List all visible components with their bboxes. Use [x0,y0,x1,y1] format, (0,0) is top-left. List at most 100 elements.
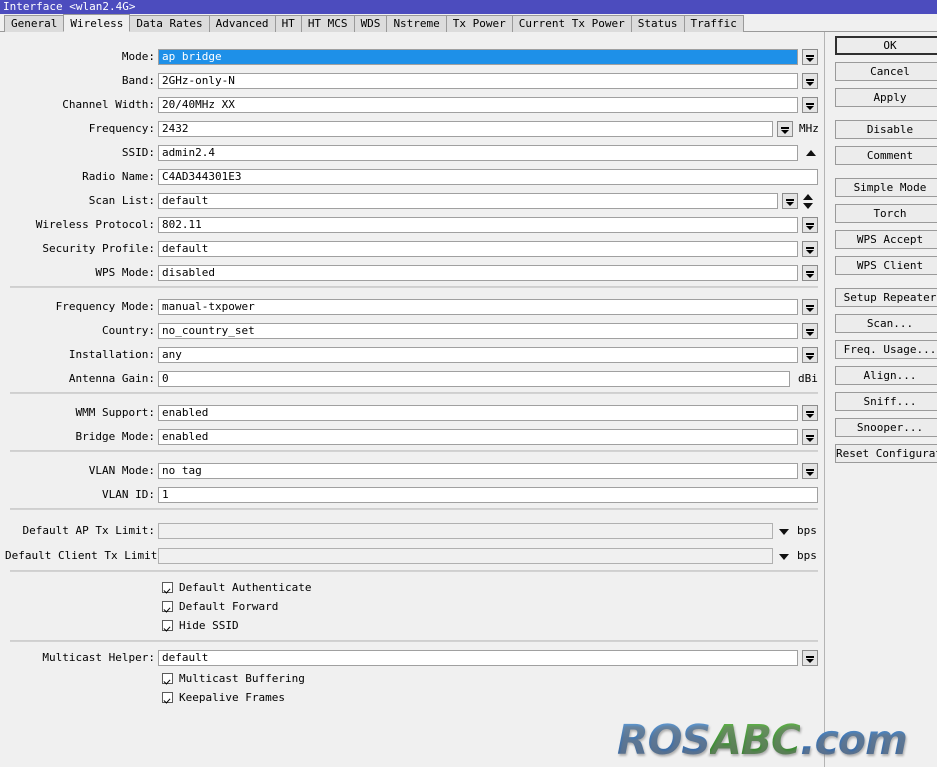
tab-data-rates[interactable]: Data Rates [129,15,210,32]
chevron-down-icon [806,82,814,86]
button-apply[interactable]: Apply [835,88,937,107]
tab-general[interactable]: General [4,15,65,32]
tab-status[interactable]: Status [630,15,685,32]
dropdown-arrow-icon-installation[interactable] [802,347,818,363]
checkbox-keepalive-frames[interactable] [162,692,173,703]
label-wrap: Radio Name: [0,168,155,186]
label-wrap: Default Client Tx Limit: [0,547,164,565]
label-wrap: Frequency: [0,120,155,138]
dropdown-arrow-icon-bridge-mode[interactable] [802,429,818,445]
dropdown-arrow-icon-vlan-mode[interactable] [802,463,818,479]
tab-tx-power[interactable]: Tx Power [445,15,513,32]
spinner-updown-icon-scan-list[interactable] [803,194,814,209]
input-vlan-id[interactable]: 1 [158,487,818,503]
dropdown-arrow-icon-mode[interactable] [802,49,818,65]
chevron-down-icon [806,472,814,476]
button-freq-usage[interactable]: Freq. Usage... [835,340,937,359]
button-snooper[interactable]: Snooper... [835,418,937,437]
tab-ht[interactable]: HT [274,15,302,32]
button-cancel[interactable]: Cancel [835,62,937,81]
label-wrap: Mode: [0,48,155,66]
tab-strip: General Wireless Data Rates Advanced HT HT MC… [0,14,937,32]
dropdown-arrow-icon-security-profile[interactable] [802,241,818,257]
checkbox-hide-ssid[interactable] [162,620,173,631]
input-ssid[interactable]: admin2.4 [158,145,798,161]
label-wrap: Wireless Protocol: [0,216,155,234]
dropdown-arrow-icon-wps-mode[interactable] [802,265,818,281]
collapse-up-arrow-icon-ssid[interactable] [806,150,816,156]
tab-traffic[interactable]: Traffic [683,15,744,32]
form-row-default-client-tx: Default Client Tx Limit: bps [0,547,825,565]
button-simple-mode[interactable]: Simple Mode [835,178,937,197]
tab-advanced[interactable]: Advanced [208,15,276,32]
form-row-vlan-id: VLAN ID: 1 [0,486,825,504]
dropdown-arrow-icon-country[interactable] [802,323,818,339]
input-mode[interactable]: ap bridge [158,49,798,65]
input-default-client-tx[interactable] [158,548,773,564]
dropdown-arrow-icon-scan-list[interactable] [782,193,798,209]
input-installation[interactable]: any [158,347,798,363]
chevron-down-icon [806,58,814,62]
button-scan[interactable]: Scan... [835,314,937,333]
form-row-scan-list: Scan List: default [0,192,825,210]
input-security-profile[interactable]: default [158,241,798,257]
form-row-band: Band: 2GHz-only-N [0,72,825,90]
input-radio-name[interactable]: C4AD344301E3 [158,169,818,185]
form-row-channel-width: Channel Width: 20/40MHz XX [0,96,825,114]
input-frequency-mode[interactable]: manual-txpower [158,299,798,315]
button-wps-accept[interactable]: WPS Accept [835,230,937,249]
input-channel-width[interactable]: 20/40MHz XX [158,97,798,113]
dropdown-arrow-icon-channel-width[interactable] [802,97,818,113]
input-frequency[interactable]: 2432 [158,121,773,137]
watermark-ros: ROS [617,716,711,764]
unit-label-antenna-gain: dBi [798,372,818,385]
button-reset-configuration[interactable]: Reset Configuration [835,444,937,463]
dropdown-triangle-icon-default-ap-tx[interactable] [779,529,789,535]
input-wireless-protocol[interactable]: 802.11 [158,217,798,233]
input-multicast-helper[interactable]: default [158,650,798,666]
input-default-ap-tx[interactable] [158,523,773,539]
button-sniff[interactable]: Sniff... [835,392,937,411]
spinner-down-icon[interactable] [803,203,813,209]
input-wmm-support[interactable]: enabled [158,405,798,421]
form-row-wps-mode: WPS Mode: disabled [0,264,825,282]
dropdown-arrow-icon-band[interactable] [802,73,818,89]
input-wps-mode[interactable]: disabled [158,265,798,281]
form-row-security-profile: Security Profile: default [0,240,825,258]
checkbox-default-authenticate[interactable] [162,582,173,593]
dropdown-arrow-icon-wmm-support[interactable] [802,405,818,421]
label-antenna-gain: Antenna Gain: [68,372,155,385]
tab-wireless[interactable]: Wireless [63,14,131,32]
button-ok[interactable]: OK [835,36,937,55]
input-antenna-gain[interactable]: 0 [158,371,790,387]
button-comment[interactable]: Comment [835,146,937,165]
dropdown-arrow-icon-multicast-helper[interactable] [802,650,818,666]
tab-current-tx-power[interactable]: Current Tx Power [511,15,632,32]
chevron-down-icon [806,106,814,110]
button-wps-client[interactable]: WPS Client [835,256,937,275]
dropdown-triangle-icon-default-client-tx[interactable] [779,554,789,560]
button-align[interactable]: Align... [835,366,937,385]
checkbox-label: Default Authenticate [179,581,312,594]
input-bridge-mode[interactable]: enabled [158,429,798,445]
checkbox-default-forward[interactable] [162,601,173,612]
dropdown-arrow-icon-wireless-protocol[interactable] [802,217,818,233]
input-country[interactable]: no_country_set [158,323,798,339]
input-scan-list[interactable]: default [158,193,778,209]
input-vlan-mode[interactable]: no tag [158,463,798,479]
spinner-up-icon[interactable] [803,194,813,200]
label-default-client-tx: Default Client Tx Limit: [5,549,164,562]
dropdown-arrow-icon-frequency[interactable] [777,121,793,137]
button-disable[interactable]: Disable [835,120,937,139]
button-torch[interactable]: Torch [835,204,937,223]
dropdown-arrow-icon-frequency-mode[interactable] [802,299,818,315]
tab-wds[interactable]: WDS [353,15,388,32]
tab-ht-mcs[interactable]: HT MCS [300,15,355,32]
input-band[interactable]: 2GHz-only-N [158,73,798,89]
tab-nstreme[interactable]: Nstreme [386,15,447,32]
checkbox-multicast-buffering[interactable] [162,673,173,684]
button-setup-repeater[interactable]: Setup Repeater [835,288,937,307]
window-titlebar: Interface <wlan2.4G> [0,0,937,14]
label-wmm-support: WMM Support: [75,406,155,419]
form-row-bridge-mode: Bridge Mode: enabled [0,428,825,446]
